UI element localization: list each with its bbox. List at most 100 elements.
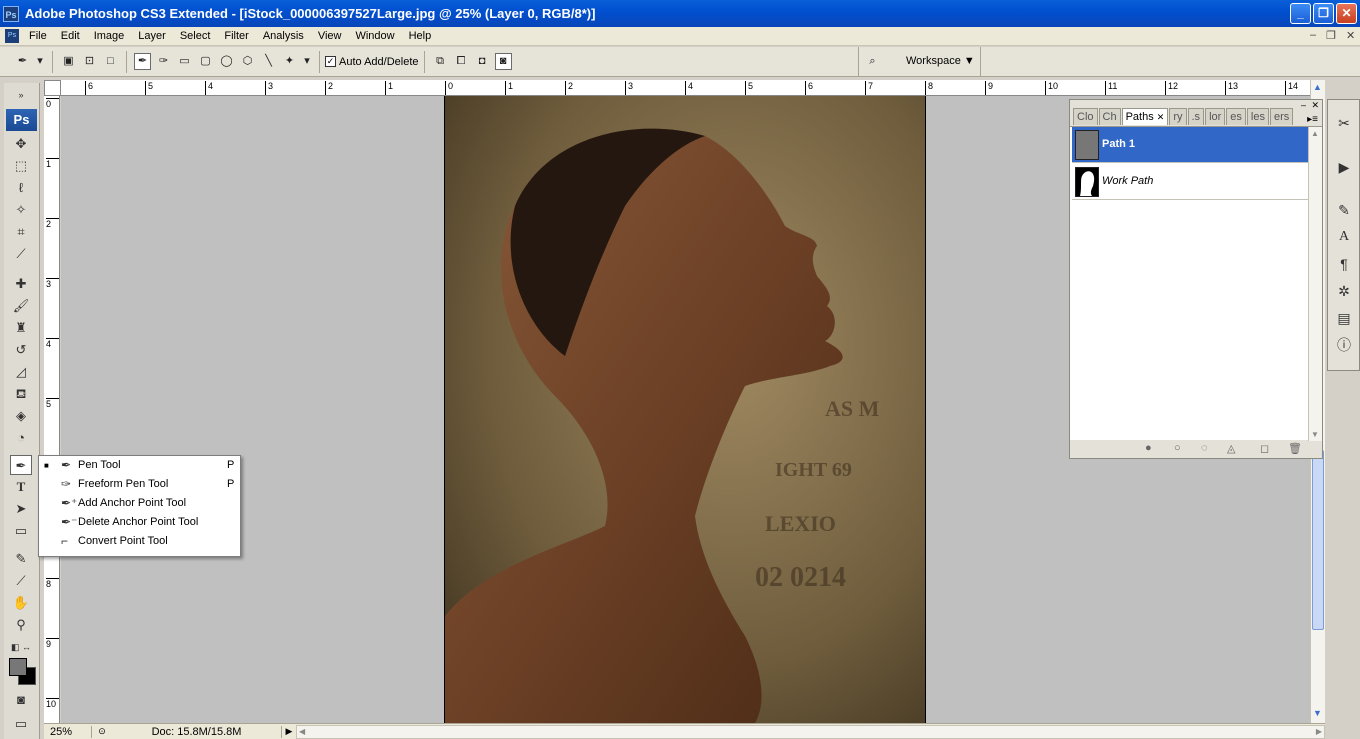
flyout-item-delete-anchor-point-tool[interactable]: ✒⁻ Delete Anchor Point Tool	[39, 513, 240, 532]
rectangle-tool-icon[interactable]: ▭	[10, 521, 32, 541]
crop-tool-icon[interactable]: ⌗	[10, 222, 32, 242]
tab-swatches[interactable]: es	[1226, 108, 1246, 125]
scroll-up-icon[interactable]: ▲	[1313, 82, 1323, 92]
ruler-origin[interactable]	[44, 80, 61, 96]
navigator-icon[interactable]: ✲	[1332, 280, 1356, 302]
path-row-work-path[interactable]: Work Path	[1072, 164, 1308, 200]
move-tool-icon[interactable]: ✥	[10, 134, 32, 154]
shape-layers-icon[interactable]: ▣	[60, 53, 77, 70]
clone-stamp-tool-icon[interactable]: ♜	[10, 318, 32, 338]
ps-app-icon[interactable]: Ps	[3, 5, 19, 22]
toolbox-collapse-icon[interactable]: »	[10, 85, 32, 105]
auto-add-delete-checkbox[interactable]: ✓ Auto Add/Delete	[325, 56, 419, 68]
new-path-icon[interactable]: ◻	[1260, 442, 1269, 455]
doc-close-icon[interactable]: ✕	[1346, 29, 1355, 42]
brush-tool-icon[interactable]: 🖌	[10, 296, 32, 316]
geometry-dropdown-icon[interactable]: ▾	[302, 53, 312, 70]
tool-presets-icon[interactable]: ✂	[1332, 112, 1356, 134]
delete-path-icon[interactable]: 🗑	[1288, 442, 1302, 455]
workspace-button[interactable]: Workspace ▼	[906, 55, 975, 67]
polygon-option-icon[interactable]: ⬡	[239, 53, 256, 70]
zoom-level[interactable]: 25%	[44, 725, 92, 738]
brushes-icon[interactable]: ✎	[1332, 199, 1356, 221]
tab-close-icon[interactable]: ✕	[1157, 112, 1165, 122]
hand-tool-icon[interactable]: ✋	[10, 593, 32, 613]
document-image[interactable]: AS M IGHT 69 LEXIO 02 0214	[444, 96, 926, 723]
magic-wand-tool-icon[interactable]: ✧	[10, 200, 32, 220]
ellipse-option-icon[interactable]: ◯	[218, 53, 235, 70]
scroll-up-icon[interactable]: ▲	[1311, 129, 1319, 138]
paint-bucket-tool-icon[interactable]: ⛾	[10, 384, 32, 404]
animation-icon[interactable]: ▶	[1332, 156, 1356, 178]
checkbox-icon[interactable]: ✓	[325, 56, 336, 67]
document-icon[interactable]: Ps	[5, 29, 19, 43]
tab-channels[interactable]: Ch	[1098, 108, 1121, 125]
menu-window[interactable]: Window	[348, 30, 401, 42]
zoom-tool-icon[interactable]: ⚲	[10, 615, 32, 635]
horizontal-scrollbar[interactable]: ◀ ▶	[296, 724, 1325, 739]
load-selection-icon[interactable]: ◌	[1201, 442, 1208, 454]
type-tool-icon[interactable]: T	[10, 477, 32, 497]
tab-styles[interactable]: les	[1246, 108, 1269, 125]
dodge-tool-icon[interactable]: ◔	[10, 428, 32, 448]
notes-tool-icon[interactable]: ✎	[10, 549, 32, 569]
scroll-left-icon[interactable]: ◀	[299, 727, 305, 736]
doc-restore-icon[interactable]: ❐	[1326, 29, 1336, 42]
tab-color[interactable]: lor	[1205, 108, 1226, 125]
blur-tool-icon[interactable]: ◈	[10, 406, 32, 426]
tab-layers[interactable]: ers	[1269, 108, 1294, 125]
menu-help[interactable]: Help	[402, 30, 439, 42]
marquee-tool-icon[interactable]: ⬚	[10, 156, 32, 176]
preset-dropdown-icon[interactable]: ▾	[35, 53, 45, 70]
eyedropper-tool-icon[interactable]: ⟋	[10, 571, 32, 591]
menu-analysis[interactable]: Analysis	[256, 30, 311, 42]
eraser-tool-icon[interactable]: ◿	[10, 362, 32, 382]
make-work-path-icon[interactable]: ◬	[1227, 442, 1235, 455]
menu-layer[interactable]: Layer	[131, 30, 173, 42]
tab-history[interactable]: ry	[1169, 108, 1187, 125]
menu-filter[interactable]: Filter	[217, 30, 255, 42]
character-icon[interactable]: A	[1332, 226, 1356, 248]
lasso-tool-icon[interactable]: ℓ	[10, 178, 32, 198]
scroll-thumb[interactable]	[1312, 450, 1324, 630]
menu-file[interactable]: File	[22, 30, 54, 42]
history-brush-tool-icon[interactable]: ↺	[10, 340, 32, 360]
bridge-icon[interactable]: ⌕	[864, 53, 881, 70]
rounded-rectangle-option-icon[interactable]: ▢	[197, 53, 214, 70]
scroll-right-icon[interactable]: ▶	[1316, 727, 1322, 736]
freeform-pen-option-icon[interactable]: ✑	[155, 53, 172, 70]
tab-actions[interactable]: .s	[1187, 108, 1205, 125]
paths-scrollbar[interactable]: ▲ ▼	[1308, 127, 1322, 441]
flyout-item-pen-tool[interactable]: ■ ✒ Pen Tool P	[39, 456, 240, 475]
scroll-down-icon[interactable]: ▼	[1311, 430, 1319, 439]
flyout-item-add-anchor-point-tool[interactable]: ✒⁺ Add Anchor Point Tool	[39, 494, 240, 513]
panel-close-icon[interactable]: ✕	[1311, 100, 1319, 111]
foreground-color-swatch[interactable]	[9, 658, 27, 676]
subtract-path-area-icon[interactable]: ⧠	[453, 53, 470, 70]
minimize-button[interactable]: _	[1290, 3, 1311, 24]
panel-minimize-icon[interactable]: –	[1301, 100, 1306, 110]
line-option-icon[interactable]: ╲	[260, 53, 277, 70]
scroll-down-icon[interactable]: ▼	[1313, 708, 1323, 718]
status-arrow-icon[interactable]: ▶	[282, 726, 296, 737]
intersect-path-area-icon[interactable]: ◘	[474, 53, 491, 70]
tab-clone-source[interactable]: Clo	[1073, 108, 1098, 125]
screen-mode-icon[interactable]: ▭	[10, 714, 32, 734]
panel-menu-icon[interactable]: ▸≡	[1307, 114, 1318, 125]
pen-tool-option-icon[interactable]: ✒	[134, 53, 151, 70]
rectangle-option-icon[interactable]: ▭	[176, 53, 193, 70]
status-menu-icon[interactable]: ⊙	[92, 726, 112, 737]
doc-minimize-icon[interactable]: –	[1310, 29, 1316, 41]
custom-shape-option-icon[interactable]: ✦	[281, 53, 298, 70]
fill-path-icon[interactable]: ●	[1145, 442, 1152, 454]
menu-image[interactable]: Image	[87, 30, 132, 42]
default-colors-icon[interactable]: ◧ ↔	[10, 637, 32, 657]
tool-preset-pen-icon[interactable]: ✒	[14, 53, 31, 70]
paths-mode-icon[interactable]: ⊡	[81, 53, 98, 70]
stroke-path-icon[interactable]: ○	[1174, 442, 1181, 454]
flyout-item-freeform-pen-tool[interactable]: ✑ Freeform Pen Tool P	[39, 475, 240, 494]
exclude-path-area-icon[interactable]: ◙	[494, 53, 512, 70]
vertical-ruler[interactable]: 012345678910	[44, 96, 60, 723]
menu-edit[interactable]: Edit	[54, 30, 87, 42]
tab-paths[interactable]: Paths ✕	[1121, 108, 1169, 125]
